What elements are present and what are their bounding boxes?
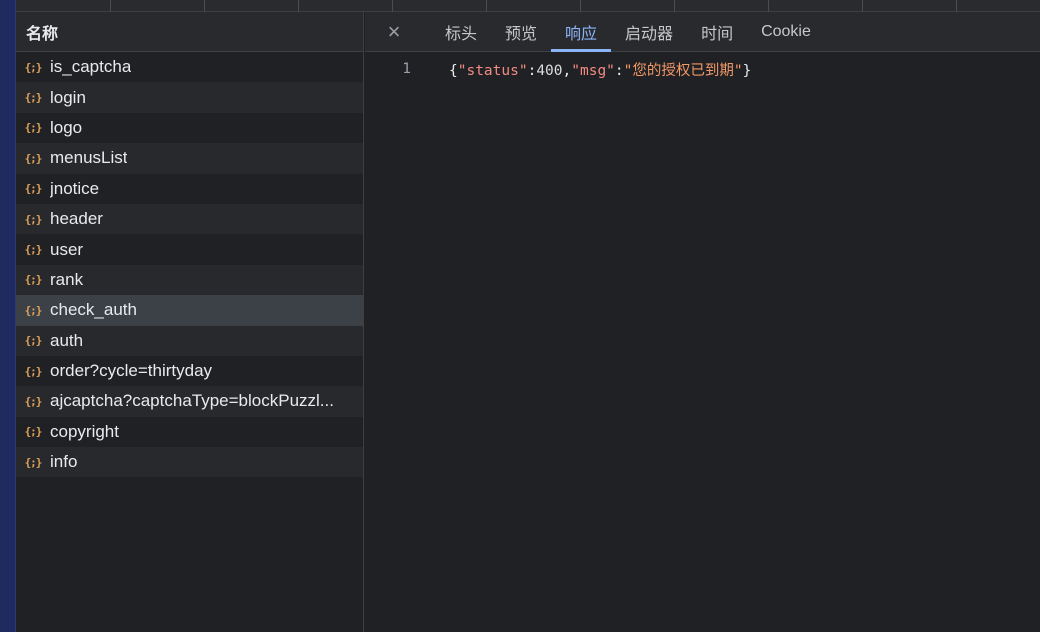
ruler-tick bbox=[298, 0, 299, 12]
request-name: info bbox=[50, 452, 78, 472]
ruler-tick bbox=[392, 0, 393, 12]
request-item[interactable]: {;} info bbox=[16, 447, 363, 478]
tab-5[interactable]: Cookie bbox=[747, 12, 825, 51]
ruler-tick bbox=[862, 0, 863, 12]
request-item[interactable]: {;} auth bbox=[16, 325, 363, 356]
json-token: { bbox=[449, 62, 458, 79]
request-name: header bbox=[50, 209, 103, 229]
tab-4[interactable]: 时间 bbox=[687, 12, 747, 51]
name-column-label: 名称 bbox=[26, 25, 59, 43]
xhr-json-icon: {;} bbox=[24, 91, 43, 105]
ruler-tick bbox=[110, 0, 111, 12]
xhr-json-icon: {;} bbox=[24, 394, 43, 408]
request-list: {;} is_captcha {;} login {;} logo {;} menusList… bbox=[16, 52, 363, 478]
json-token: } bbox=[742, 62, 752, 79]
json-token: "msg" bbox=[571, 62, 615, 79]
response-body: {"status":400,"msg":"您的授权已到期"} bbox=[419, 59, 751, 80]
request-name: user bbox=[50, 239, 84, 259]
request-item[interactable]: {;} is_captcha bbox=[16, 52, 363, 83]
request-item[interactable]: {;} menusList bbox=[16, 143, 363, 174]
json-token: "status" bbox=[457, 62, 528, 79]
details-tabbar: × 标头 预览 响应 启动器 时间 Cookie bbox=[365, 12, 1040, 52]
json-token: 400 bbox=[536, 62, 563, 79]
request-name: login bbox=[50, 87, 86, 107]
request-item[interactable]: {;} user bbox=[16, 234, 363, 265]
tab-2[interactable]: 响应 bbox=[551, 12, 612, 52]
request-item[interactable]: {;} login bbox=[16, 82, 363, 113]
xhr-json-icon: {;} bbox=[24, 121, 43, 135]
xhr-json-icon: {;} bbox=[24, 151, 43, 165]
ruler-tick bbox=[580, 0, 581, 12]
json-token: : bbox=[614, 62, 624, 79]
ruler-tick bbox=[204, 0, 205, 12]
request-item[interactable]: {;} rank bbox=[16, 264, 363, 296]
timeline-ruler bbox=[16, 0, 1040, 12]
json-token: , bbox=[562, 62, 572, 79]
xhr-json-icon: {;} bbox=[24, 182, 43, 196]
ruler-tick bbox=[486, 0, 487, 12]
code-line: 1 {"status":400,"msg":"您的授权已到期"} bbox=[365, 58, 1040, 80]
xhr-json-icon: {;} bbox=[24, 60, 43, 74]
request-name: ajcaptcha?captchaType=blockPuzzl... bbox=[50, 391, 334, 411]
response-viewer: 1 {"status":400,"msg":"您的授权已到期"} bbox=[365, 52, 1040, 80]
request-name: rank bbox=[50, 269, 84, 289]
xhr-json-icon: {;} bbox=[24, 334, 43, 348]
request-item[interactable]: {;} logo bbox=[16, 112, 363, 144]
request-name: order?cycle=thirtyday bbox=[50, 361, 213, 381]
line-number: 1 bbox=[402, 61, 411, 77]
json-token: "您的授权已到期" bbox=[623, 62, 743, 79]
tab-1[interactable]: 预览 bbox=[491, 12, 551, 51]
tab-0[interactable]: 标头 bbox=[431, 12, 491, 51]
xhr-json-icon: {;} bbox=[24, 243, 43, 257]
details-panel: × 标头 预览 响应 启动器 时间 Cookie 1 {"status":400,"msg… bbox=[365, 12, 1040, 632]
request-name: jnotice bbox=[50, 178, 100, 198]
close-icon[interactable]: × bbox=[383, 12, 405, 51]
ruler-tick bbox=[768, 0, 769, 12]
ruler-tick bbox=[956, 0, 957, 12]
request-name: auth bbox=[50, 330, 84, 350]
xhr-json-icon: {;} bbox=[24, 273, 43, 287]
request-item[interactable]: {;} order?cycle=thirtyday bbox=[16, 355, 363, 387]
request-name: menusList bbox=[50, 148, 128, 168]
request-name: check_auth bbox=[50, 300, 137, 320]
xhr-json-icon: {;} bbox=[24, 364, 43, 378]
name-column-header[interactable]: 名称 bbox=[16, 12, 363, 52]
request-item[interactable]: {;} copyright bbox=[16, 416, 363, 448]
request-name: is_captcha bbox=[50, 57, 132, 77]
request-item[interactable]: {;} check_auth bbox=[16, 295, 363, 326]
json-token: : bbox=[527, 62, 537, 79]
xhr-json-icon: {;} bbox=[24, 455, 43, 469]
request-item[interactable]: {;} header bbox=[16, 203, 363, 235]
request-item[interactable]: {;} jnotice bbox=[16, 173, 363, 204]
request-name: logo bbox=[50, 117, 83, 137]
tab-3[interactable]: 启动器 bbox=[611, 12, 687, 51]
xhr-json-icon: {;} bbox=[24, 212, 43, 226]
request-item[interactable]: {;} ajcaptcha?captchaType=blockPuzzl... bbox=[16, 386, 363, 417]
request-list-panel: 名称 {;} is_captcha {;} login {;} logo {;} menusL… bbox=[16, 12, 364, 632]
window-edge bbox=[0, 0, 16, 632]
ruler-tick bbox=[674, 0, 675, 12]
request-name: copyright bbox=[50, 421, 119, 441]
xhr-json-icon: {;} bbox=[24, 303, 43, 317]
xhr-json-icon: {;} bbox=[24, 425, 43, 439]
